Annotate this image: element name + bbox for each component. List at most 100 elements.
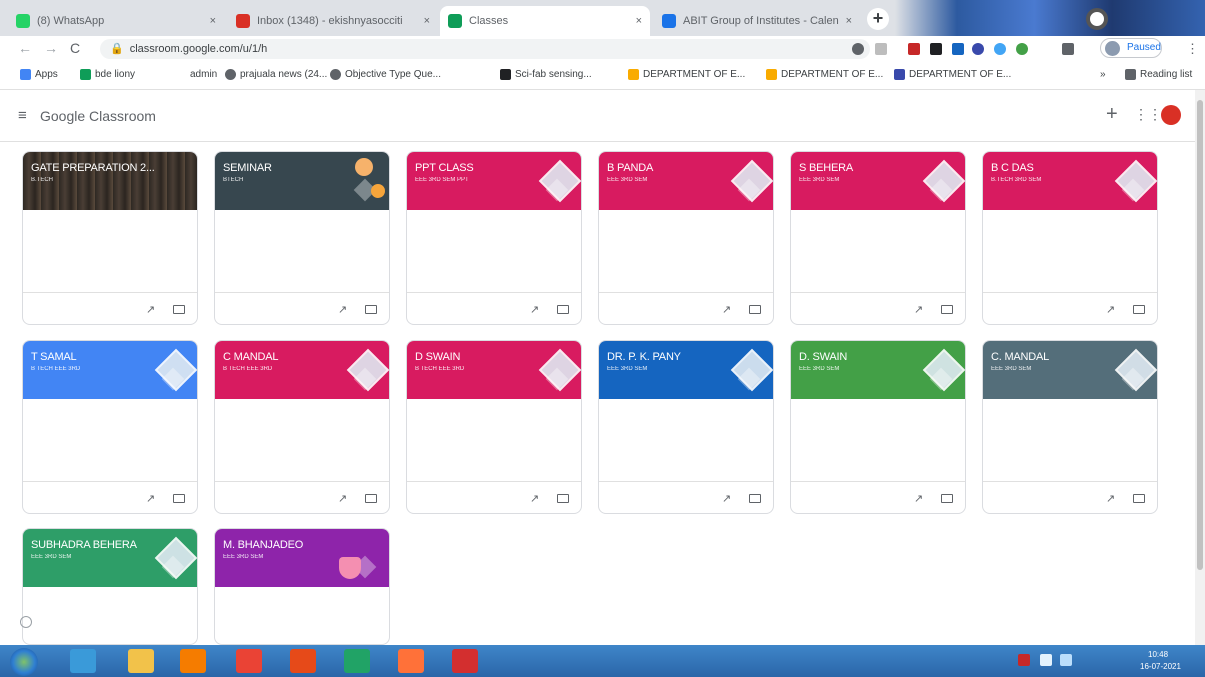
url-input[interactable]: 🔒 classroom.google.com/u/1/h xyxy=(100,39,870,59)
back-icon[interactable]: ← xyxy=(18,40,32,56)
class-title[interactable]: D SWAIN xyxy=(415,351,460,363)
profile-icon[interactable] xyxy=(1086,8,1108,30)
class-card[interactable]: S BEHERA EEE 3RD SEM ↗ xyxy=(790,151,966,325)
network-icon[interactable] xyxy=(1040,654,1052,666)
class-card-header[interactable]: C MANDAL B TECH EEE 3RD xyxy=(215,341,389,399)
class-card-header[interactable]: DR. P. K. PANY EEE 3RD SEM xyxy=(599,341,773,399)
class-title[interactable]: DR. P. K. PANY xyxy=(607,351,681,363)
trending-icon[interactable]: ↗ xyxy=(338,303,347,316)
class-card[interactable]: PPT CLASS EEE 3RD SEM PPT ↗ xyxy=(406,151,582,325)
class-card-header[interactable]: SUBHADRA BEHERA EEE 3RD SEM xyxy=(23,529,197,587)
folder-icon[interactable] xyxy=(173,305,185,314)
bookmark-item[interactable]: bde liony xyxy=(80,69,135,80)
class-card[interactable]: D SWAIN B TECH EEE 3RD ↗ xyxy=(406,340,582,514)
trending-icon[interactable]: ↗ xyxy=(1106,492,1115,505)
folder-icon[interactable] xyxy=(1133,305,1145,314)
class-title[interactable]: C MANDAL xyxy=(223,351,278,363)
class-card-header[interactable]: D SWAIN B TECH EEE 3RD xyxy=(407,341,581,399)
menu-icon[interactable]: ≡ xyxy=(18,107,27,124)
create-join-button[interactable]: + xyxy=(1106,103,1118,126)
bookmark-item[interactable]: Objective Type Que... xyxy=(330,69,441,80)
trending-icon[interactable]: ↗ xyxy=(1106,303,1115,316)
folder-icon[interactable] xyxy=(941,494,953,503)
tab-classes[interactable]: Classes × xyxy=(440,6,650,36)
classroom-logo[interactable]: Google Classroom xyxy=(40,108,156,124)
close-icon[interactable]: × xyxy=(636,15,642,27)
folder-icon[interactable] xyxy=(173,494,185,503)
page-scrollbar[interactable] xyxy=(1195,90,1205,645)
tray-app-icon[interactable] xyxy=(1018,654,1030,666)
class-title[interactable]: T SAMAL xyxy=(31,351,77,363)
avatar[interactable] xyxy=(1161,105,1181,125)
volume-icon[interactable] xyxy=(1060,654,1072,666)
google-apps-icon[interactable]: ⋮⋮ xyxy=(1134,106,1162,123)
trending-icon[interactable]: ↗ xyxy=(914,303,923,316)
scrollbar-thumb[interactable] xyxy=(1197,100,1203,570)
class-title[interactable]: D. SWAIN xyxy=(799,351,847,363)
trending-icon[interactable]: ↗ xyxy=(722,492,731,505)
extensions-puzzle-icon[interactable] xyxy=(1062,43,1074,55)
firefox-icon[interactable] xyxy=(398,649,424,673)
class-card[interactable]: DR. P. K. PANY EEE 3RD SEM ↗ xyxy=(598,340,774,514)
trending-icon[interactable]: ↗ xyxy=(530,492,539,505)
class-card-header[interactable]: M. BHANJADEO EEE 3RD SEM xyxy=(215,529,389,587)
trending-icon[interactable]: ↗ xyxy=(146,492,155,505)
class-title[interactable]: SUBHADRA BEHERA xyxy=(31,539,137,551)
bookmark-item[interactable]: DEPARTMENT OF E... xyxy=(766,69,883,80)
class-title[interactable]: M. BHANJADEO xyxy=(223,539,303,551)
class-title[interactable]: SEMINAR xyxy=(223,162,272,174)
reading-list[interactable]: Reading list xyxy=(1125,69,1192,80)
class-title[interactable]: C. MANDAL xyxy=(991,351,1049,363)
tab-calendar[interactable]: ABIT Group of Institutes - Calen × xyxy=(654,6,860,36)
browser-menu-icon[interactable]: ⋮ xyxy=(1186,41,1199,57)
bookmark-item[interactable]: admin xyxy=(175,69,217,80)
media-player-icon[interactable] xyxy=(180,649,206,673)
acrobat-icon[interactable] xyxy=(452,649,478,673)
folder-icon[interactable] xyxy=(557,494,569,503)
close-icon[interactable]: × xyxy=(210,15,216,27)
bookmark-item[interactable]: prajuala news (24... xyxy=(225,69,327,80)
class-title[interactable]: B PANDA xyxy=(607,162,653,174)
class-card-header[interactable]: T SAMAL B TECH EEE 3RD xyxy=(23,341,197,399)
class-card[interactable]: D. SWAIN EEE 3RD SEM ↗ xyxy=(790,340,966,514)
reload-icon[interactable]: C xyxy=(70,40,80,56)
internet-explorer-icon[interactable] xyxy=(70,649,96,673)
extension-print-icon[interactable] xyxy=(952,43,964,55)
file-explorer-icon[interactable] xyxy=(128,649,154,673)
folder-icon[interactable] xyxy=(941,305,953,314)
class-card[interactable]: B PANDA EEE 3RD SEM ↗ xyxy=(598,151,774,325)
tab-gmail[interactable]: Inbox (1348) - ekishnyasocciti × xyxy=(228,6,438,36)
help-icon[interactable] xyxy=(20,616,32,628)
excel-icon[interactable] xyxy=(344,649,370,673)
extension-blue-icon[interactable] xyxy=(972,43,984,55)
class-title[interactable]: GATE PREPARATION 2... xyxy=(31,162,155,174)
folder-icon[interactable] xyxy=(365,305,377,314)
extension-green-icon[interactable] xyxy=(1016,43,1028,55)
new-tab-button[interactable]: + xyxy=(867,8,889,30)
extension-red-icon[interactable] xyxy=(908,43,920,55)
start-button[interactable] xyxy=(10,648,38,676)
extension-g-icon[interactable] xyxy=(994,43,1006,55)
qbittorrent-icon[interactable] xyxy=(290,649,316,673)
zoom-icon[interactable] xyxy=(852,43,864,55)
tab-whatsapp[interactable]: (8) WhatsApp × xyxy=(8,6,224,36)
class-card-header[interactable]: B C DAS B.TECH 3RD SEM xyxy=(983,152,1157,210)
bookmark-apps[interactable]: Apps xyxy=(20,69,58,80)
class-card-header[interactable]: GATE PREPARATION 2... B.TECH xyxy=(23,152,197,210)
class-card-header[interactable]: SEMINAR BTECH xyxy=(215,152,389,210)
folder-icon[interactable] xyxy=(557,305,569,314)
class-card[interactable]: M. BHANJADEO EEE 3RD SEM xyxy=(214,528,390,645)
class-card[interactable]: C. MANDAL EEE 3RD SEM ↗ xyxy=(982,340,1158,514)
bookmark-item[interactable]: Sci-fab sensing... xyxy=(500,69,592,80)
class-card[interactable]: SUBHADRA BEHERA EEE 3RD SEM xyxy=(22,528,198,645)
star-icon[interactable] xyxy=(875,43,887,55)
class-title[interactable]: S BEHERA xyxy=(799,162,853,174)
class-card[interactable]: T SAMAL B TECH EEE 3RD ↗ xyxy=(22,340,198,514)
extension-camera-icon[interactable] xyxy=(930,43,942,55)
class-card-header[interactable]: PPT CLASS EEE 3RD SEM PPT xyxy=(407,152,581,210)
profile-paused-button[interactable]: Paused xyxy=(1100,38,1162,58)
class-card-header[interactable]: S BEHERA EEE 3RD SEM xyxy=(791,152,965,210)
trending-icon[interactable]: ↗ xyxy=(914,492,923,505)
folder-icon[interactable] xyxy=(749,305,761,314)
class-card-header[interactable]: C. MANDAL EEE 3RD SEM xyxy=(983,341,1157,399)
